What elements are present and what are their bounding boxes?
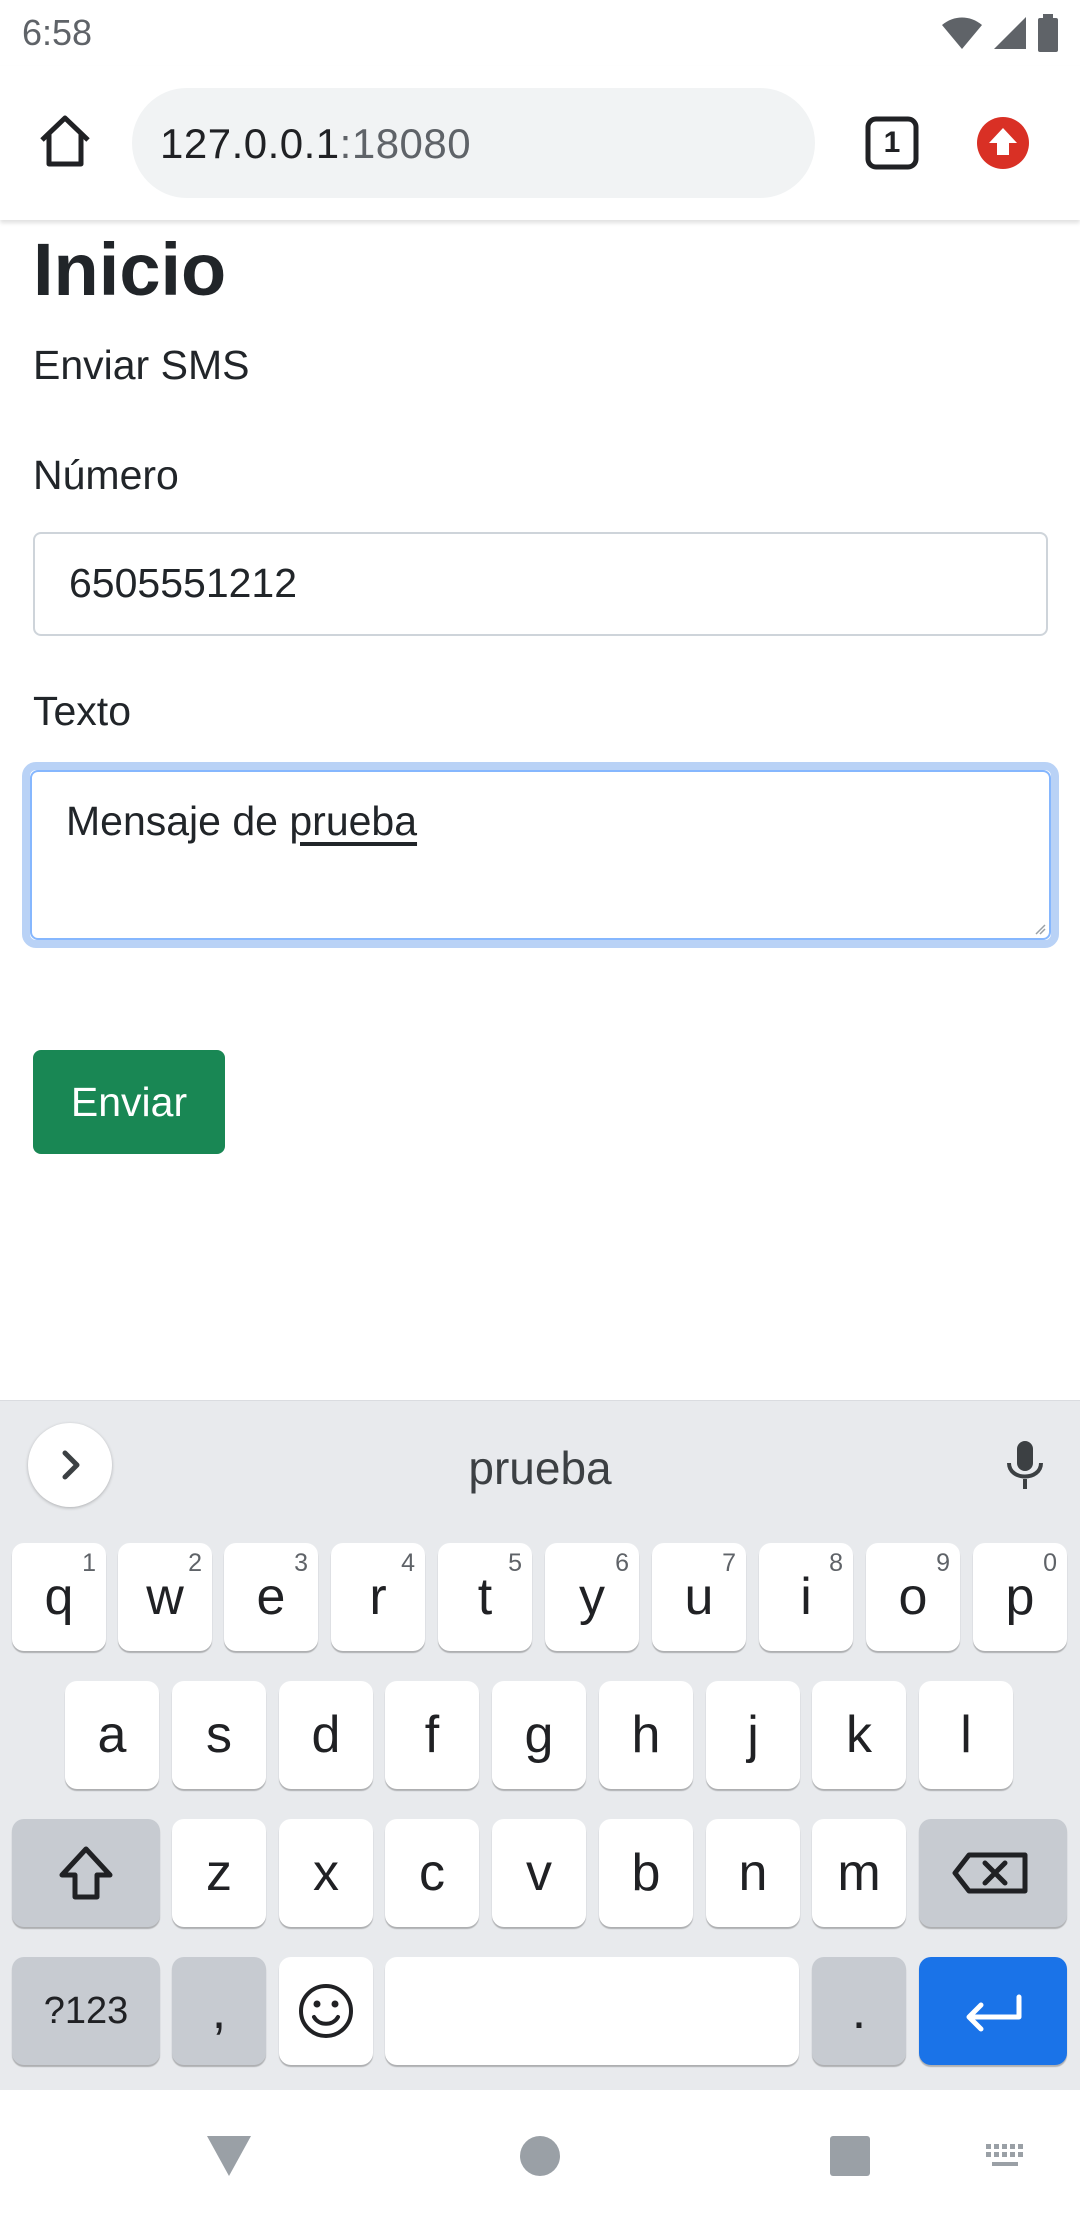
shift-key[interactable] (12, 1819, 160, 1927)
key-h[interactable]: h (599, 1681, 693, 1789)
status-time: 6:58 (22, 12, 93, 53)
backspace-key[interactable] (919, 1819, 1067, 1927)
voice-input-button[interactable] (995, 1435, 1055, 1495)
enter-key[interactable] (919, 1957, 1067, 2065)
key-p[interactable]: p0 (973, 1543, 1067, 1651)
space-key[interactable] (385, 1957, 799, 2065)
microphone-icon (1007, 1441, 1043, 1489)
period-key[interactable]: . (812, 1957, 906, 2065)
text-value-prefix: Mensaje de (66, 798, 290, 844)
cell-signal-icon (994, 17, 1026, 49)
status-icons (940, 14, 1060, 52)
backspace-icon (952, 1852, 1028, 1894)
key-u[interactable]: u7 (652, 1543, 746, 1651)
system-nav-bar (0, 2090, 1080, 2220)
key-m[interactable]: m (812, 1819, 906, 1927)
emoji-key[interactable] (279, 1957, 373, 2065)
keyboard-switch-icon[interactable] (984, 2142, 1030, 2172)
text-field-focus-ring: Mensaje de prueba (22, 762, 1059, 948)
home-button[interactable] (34, 110, 96, 172)
text-label: Texto (33, 688, 131, 734)
tab-switcher-button[interactable]: 1 (864, 115, 920, 171)
symbols-key[interactable]: ?123 (12, 1957, 160, 2065)
key-a[interactable]: a (65, 1681, 159, 1789)
key-y[interactable]: y6 (545, 1543, 639, 1651)
url-host: 127.0.0.1 (160, 120, 340, 167)
number-label: Número (33, 452, 179, 498)
key-b[interactable]: b (599, 1819, 693, 1927)
key-e[interactable]: e3 (224, 1543, 318, 1651)
on-screen-keyboard: prueba q1 w2 e3 r4 t5 y6 u7 i8 o9 p0 a s… (0, 1400, 1080, 2090)
key-c[interactable]: c (385, 1819, 479, 1927)
browser-toolbar: 127.0.0.1:18080 1 (0, 66, 1080, 220)
home-circle-icon[interactable] (518, 2134, 562, 2178)
key-j[interactable]: j (706, 1681, 800, 1789)
text-value-composing-word: prueba (289, 798, 418, 844)
recents-square-icon[interactable] (829, 2135, 871, 2177)
text-value: Mensaje de prueba (66, 798, 417, 845)
emoji-icon (299, 1984, 353, 2038)
key-d[interactable]: d (279, 1681, 373, 1789)
key-z[interactable]: z (172, 1819, 266, 1927)
wifi-icon (942, 17, 982, 49)
status-bar: 6:58 (0, 0, 1080, 66)
home-icon (40, 115, 90, 167)
text-field[interactable]: Mensaje de prueba (30, 770, 1051, 940)
comma-key[interactable]: , (172, 1957, 266, 2065)
key-o[interactable]: o9 (866, 1543, 960, 1651)
shift-icon (59, 1846, 113, 1900)
number-field[interactable]: 6505551212 (33, 532, 1048, 636)
page-subtitle: Enviar SMS (33, 342, 250, 388)
number-value: 6505551212 (69, 560, 298, 606)
url-port: :18080 (339, 120, 472, 167)
update-icon (977, 117, 1029, 169)
key-q[interactable]: q1 (12, 1543, 106, 1651)
tab-count: 1 (883, 126, 901, 159)
key-r[interactable]: r4 (331, 1543, 425, 1651)
key-n[interactable]: n (706, 1819, 800, 1927)
key-f[interactable]: f (385, 1681, 479, 1789)
key-s[interactable]: s (172, 1681, 266, 1789)
page-title: Inicio (33, 228, 227, 311)
key-i[interactable]: i8 (759, 1543, 853, 1651)
key-x[interactable]: x (279, 1819, 373, 1927)
key-g[interactable]: g (492, 1681, 586, 1789)
url-text: 127.0.0.1:18080 (160, 120, 471, 168)
resize-handle-icon[interactable] (1034, 923, 1046, 935)
send-button[interactable]: Enviar (33, 1050, 225, 1154)
key-l[interactable]: l (919, 1681, 1013, 1789)
word-suggestion[interactable]: prueba (0, 1441, 1080, 1495)
enter-icon (966, 1994, 1022, 2032)
key-w[interactable]: w2 (118, 1543, 212, 1651)
key-t[interactable]: t5 (438, 1543, 532, 1651)
address-bar[interactable]: 127.0.0.1:18080 (132, 88, 815, 198)
key-k[interactable]: k (812, 1681, 906, 1789)
key-v[interactable]: v (492, 1819, 586, 1927)
suggestion-strip: prueba (0, 1401, 1080, 1531)
back-triangle-icon[interactable] (205, 2134, 253, 2178)
battery-icon (1038, 14, 1058, 52)
update-button[interactable] (976, 116, 1030, 170)
